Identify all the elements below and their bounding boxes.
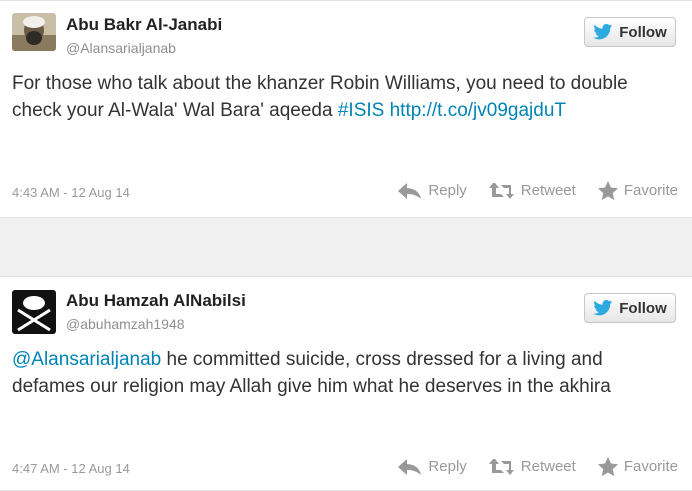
tweet-actions: Reply Retweet Favorite	[376, 457, 678, 476]
retweet-button[interactable]: Retweet	[488, 458, 576, 475]
retweet-icon	[488, 182, 514, 199]
user-handle[interactable]: @abuhamzah1948	[66, 316, 185, 332]
follow-button[interactable]: Follow	[584, 17, 676, 47]
tweet-timestamp[interactable]: 4:47 AM - 12 Aug 14	[12, 461, 130, 476]
reply-button[interactable]: Reply	[398, 182, 467, 199]
tweet-card: Abu Hamzah AlNabilsi @abuhamzah1948 Foll…	[0, 276, 692, 491]
star-icon	[597, 181, 618, 200]
user-handle[interactable]: @Alansarialjanab	[66, 40, 176, 56]
mention-link[interactable]: @Alansarialjanab	[12, 349, 161, 370]
twitter-bird-icon	[593, 300, 613, 316]
url-link[interactable]: http://t.co/jv09gajduT	[390, 100, 566, 121]
follow-label: Follow	[619, 299, 667, 317]
reply-icon	[398, 458, 422, 475]
follow-label: Follow	[619, 23, 667, 41]
avatar[interactable]	[12, 13, 56, 51]
avatar[interactable]	[12, 290, 56, 334]
retweet-icon	[488, 458, 514, 475]
favorite-button[interactable]: Favorite	[597, 181, 678, 200]
follow-button[interactable]: Follow	[584, 293, 676, 323]
user-name[interactable]: Abu Hamzah AlNabilsi	[66, 291, 246, 311]
tweet-timestamp[interactable]: 4:43 AM - 12 Aug 14	[12, 185, 130, 200]
tweet-text: For those who talk about the khanzer Rob…	[12, 73, 628, 121]
reply-button[interactable]: Reply	[398, 458, 467, 475]
tweet-card: Abu Bakr Al-Janabi @Alansarialjanab Foll…	[0, 0, 692, 218]
tweet-actions: Reply Retweet Favorite	[376, 181, 678, 200]
twitter-bird-icon	[593, 24, 613, 40]
tweet-text: @Alansarialjanab he committed suicide, c…	[12, 349, 611, 397]
star-icon	[597, 457, 618, 476]
favorite-button[interactable]: Favorite	[597, 457, 678, 476]
hashtag-link[interactable]: #ISIS	[338, 100, 384, 121]
reply-icon	[398, 182, 422, 199]
retweet-button[interactable]: Retweet	[488, 182, 576, 199]
user-name[interactable]: Abu Bakr Al-Janabi	[66, 15, 222, 35]
